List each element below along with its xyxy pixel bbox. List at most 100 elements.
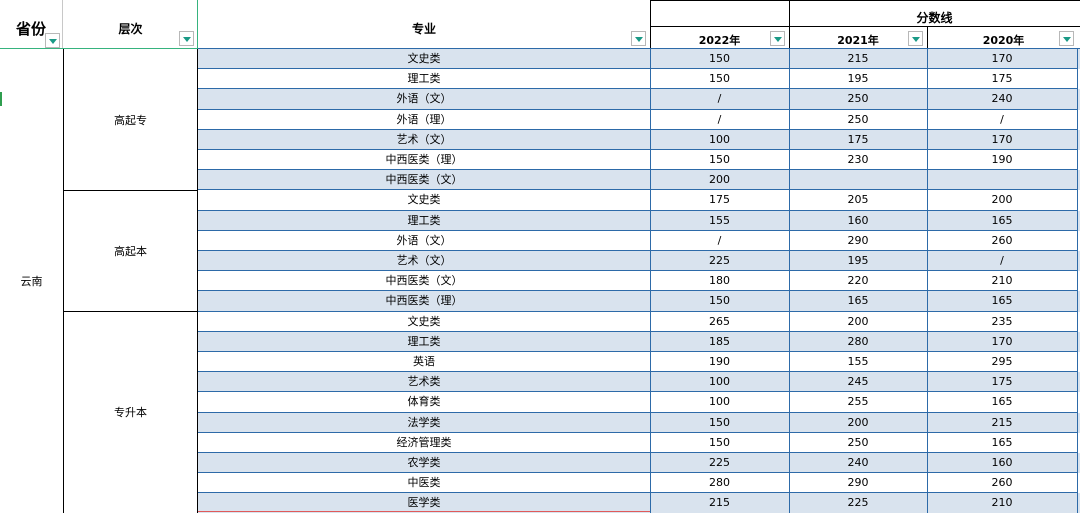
score-cell-y2022[interactable]: / [650,231,789,251]
score-cell-y2020[interactable]: 190 [927,150,1077,170]
score-cell-y2021[interactable]: 200 [789,312,927,332]
score-cell-y2020[interactable]: 170 [927,130,1077,150]
score-cell-y2021[interactable]: 225 [789,493,927,513]
score-cell-y2021[interactable]: 155 [789,352,927,372]
major-cell[interactable]: 理工类 [198,69,650,89]
major-cell[interactable]: 艺术（文） [198,130,650,150]
score-cell-y2020[interactable]: 210 [927,493,1077,513]
major-cell[interactable]: 外语（理） [198,110,650,130]
score-cell-y2020[interactable]: 215 [927,413,1077,433]
score-cell-y2022[interactable]: 100 [650,372,789,392]
score-cell-y2021[interactable]: 195 [789,251,927,271]
score-cell-y2021[interactable]: 205 [789,190,927,210]
score-cell-y2022[interactable]: 200 [650,170,789,190]
score-cell-y2020[interactable]: 165 [927,211,1077,231]
score-cell-y2022[interactable]: 215 [650,493,789,513]
score-cell-y2020[interactable]: 295 [927,352,1077,372]
score-cell-y2022[interactable]: / [650,110,789,130]
major-cell[interactable]: 理工类 [198,332,650,352]
score-cell-y2020[interactable]: 200 [927,190,1077,210]
score-cell-y2021[interactable]: 280 [789,332,927,352]
score-cell-y2020[interactable]: 235 [927,312,1077,332]
score-cell-y2020[interactable]: / [927,110,1077,130]
major-cell[interactable]: 农学类 [198,453,650,473]
major-cell[interactable]: 中西医类（文） [198,170,650,190]
score-cell-y2021[interactable]: 290 [789,473,927,493]
score-cell-y2021[interactable]: 290 [789,231,927,251]
major-cell[interactable]: 中西医类（理） [198,291,650,311]
score-cell-y2022[interactable]: 155 [650,211,789,231]
score-cell-y2022[interactable]: 150 [650,150,789,170]
score-cell-y2020[interactable]: 260 [927,231,1077,251]
major-cell[interactable]: 中医类 [198,473,650,493]
score-cell-y2021[interactable]: 175 [789,130,927,150]
major-cell[interactable]: 艺术类 [198,372,650,392]
major-cell[interactable]: 英语 [198,352,650,372]
major-cell[interactable]: 中西医类（理） [198,150,650,170]
level-filter-button[interactable] [179,31,194,46]
score-cell-y2021[interactable] [789,170,927,190]
score-cell-y2022[interactable]: 150 [650,413,789,433]
score-cell-y2021[interactable]: 250 [789,89,927,109]
year-2022-filter-button[interactable] [770,31,785,46]
score-cell-y2022[interactable]: 150 [650,49,789,69]
score-cell-y2022[interactable]: 100 [650,392,789,412]
level-cell-zhuanshengben[interactable]: 专升本 [63,311,198,513]
score-cell-y2020[interactable]: 170 [927,332,1077,352]
province-filter-button[interactable] [45,33,60,48]
major-cell[interactable]: 法学类 [198,413,650,433]
major-cell[interactable]: 经济管理类 [198,433,650,453]
score-cell-y2022[interactable]: 265 [650,312,789,332]
major-cell[interactable]: 外语（文） [198,89,650,109]
score-cell-y2021[interactable]: 195 [789,69,927,89]
score-cell-y2022[interactable]: 185 [650,332,789,352]
major-cell[interactable]: 文史类 [198,190,650,210]
major-cell[interactable]: 外语（文） [198,231,650,251]
score-cell-y2020[interactable]: 170 [927,49,1077,69]
score-cell-y2020[interactable]: 175 [927,69,1077,89]
score-cell-y2022[interactable]: 180 [650,271,789,291]
score-cell-y2021[interactable]: 220 [789,271,927,291]
score-cell-y2020[interactable]: 210 [927,271,1077,291]
major-cell[interactable]: 文史类 [198,312,650,332]
score-cell-y2022[interactable]: 175 [650,190,789,210]
score-cell-y2022[interactable]: 100 [650,130,789,150]
major-cell[interactable]: 理工类 [198,211,650,231]
score-cell-y2020[interactable] [927,170,1077,190]
score-cell-y2020[interactable]: 165 [927,392,1077,412]
major-cell[interactable]: 文史类 [198,49,650,69]
score-cell-y2021[interactable]: 240 [789,453,927,473]
score-cell-y2021[interactable]: 215 [789,49,927,69]
score-cell-y2022[interactable]: 150 [650,291,789,311]
score-cell-y2020[interactable]: 240 [927,89,1077,109]
score-cell-y2021[interactable]: 250 [789,433,927,453]
score-cell-y2022[interactable]: 225 [650,453,789,473]
score-cell-y2022[interactable]: 225 [650,251,789,271]
score-cell-y2020[interactable]: 175 [927,372,1077,392]
score-cell-y2020[interactable]: 165 [927,433,1077,453]
score-cell-y2022[interactable]: 150 [650,433,789,453]
major-filter-button[interactable] [631,31,646,46]
level-cell-gaoqiben[interactable]: 高起本 [63,190,198,311]
score-cell-y2020[interactable]: 260 [927,473,1077,493]
major-cell[interactable]: 艺术（文） [198,251,650,271]
score-cell-y2021[interactable]: 245 [789,372,927,392]
score-cell-y2022[interactable]: 150 [650,69,789,89]
major-cell[interactable]: 体育类 [198,392,650,412]
score-cell-y2021[interactable]: 250 [789,110,927,130]
score-cell-y2022[interactable]: 190 [650,352,789,372]
score-cell-y2021[interactable]: 200 [789,413,927,433]
score-cell-y2021[interactable]: 165 [789,291,927,311]
province-cell[interactable]: 云南 [0,49,63,513]
score-cell-y2022[interactable]: 280 [650,473,789,493]
score-cell-y2022[interactable]: / [650,89,789,109]
score-cell-y2021[interactable]: 160 [789,211,927,231]
score-cell-y2020[interactable]: 160 [927,453,1077,473]
level-cell-gaoqizhuan[interactable]: 高起专 [63,49,198,190]
year-2020-filter-button[interactable] [1059,31,1074,46]
score-cell-y2021[interactable]: 255 [789,392,927,412]
year-2021-filter-button[interactable] [908,31,923,46]
major-cell[interactable]: 中西医类（文） [198,271,650,291]
score-cell-y2020[interactable]: / [927,251,1077,271]
score-cell-y2020[interactable]: 165 [927,291,1077,311]
